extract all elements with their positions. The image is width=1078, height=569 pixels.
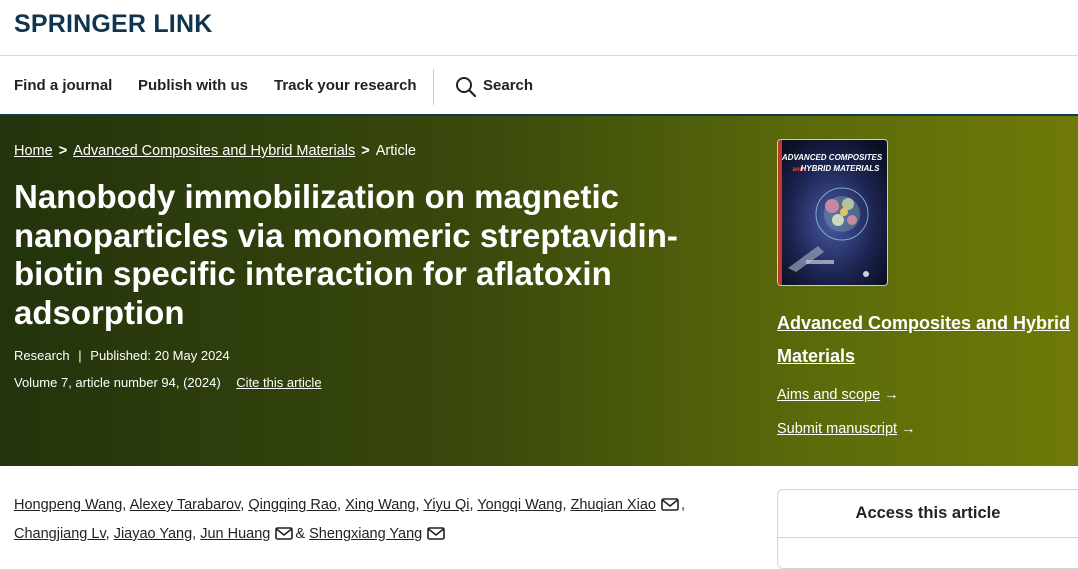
author-link[interactable]: Jun Huang [200,526,270,542]
journal-cover-image[interactable]: ADVANCED COMPOSITES and HYBRID MATERIALS [777,139,888,286]
main-nav: Find a journal Publish with us Track you… [0,57,1078,116]
access-title: Access this article [855,504,1001,522]
author-list: Hongpeng Wang, Alexey Tarabarov, Qingqin… [14,497,685,542]
article-title: Nanobody immobilization on magnetic nano… [14,178,678,331]
journal-title-link[interactable]: Advanced Composites and Hybrid Materials [777,307,1077,373]
author-link[interactable]: Changjiang Lv [14,526,106,542]
breadcrumb-separator: > [361,143,370,159]
article-volume: Volume 7, article number 94, (2024) [14,375,221,390]
cover-title-line2: HYBRID MATERIALS [801,164,881,173]
breadcrumb-current: Article [375,143,416,159]
author-link[interactable]: Xing Wang [345,497,415,513]
mail-icon[interactable] [661,498,679,511]
aims-and-scope-label: Aims and scope [777,387,881,403]
arrow-right-icon: → [884,387,899,403]
search-icon[interactable] [455,76,477,98]
logo-bar: SPRINGER LINK [0,0,1078,56]
nav-find-journal[interactable]: Find a journal [14,77,112,94]
aims-and-scope-link[interactable]: Aims and scope → [777,387,899,403]
author-link[interactable]: Zhuqian Xiao [571,497,656,513]
cover-title-line1: ADVANCED COMPOSITES [781,153,883,162]
author-link[interactable]: Alexey Tarabarov [130,497,241,513]
breadcrumb-home[interactable]: Home [14,143,53,159]
submit-manuscript-label: Submit manuscript [777,421,898,437]
cite-this-article-link[interactable]: Cite this article [236,375,321,390]
article-type: Research [14,348,70,363]
search-button[interactable]: Search [483,77,533,94]
author-link[interactable]: Yiyu Qi [423,497,469,513]
published-date: Published: 20 May 2024 [90,348,230,363]
access-divider [778,537,1078,538]
nav-divider [433,69,434,105]
breadcrumb-journal[interactable]: Advanced Composites and Hybrid Materials [73,143,355,159]
author-link[interactable]: Jiayao Yang [114,526,192,542]
mail-icon[interactable] [427,527,446,540]
meta-separator: | [78,348,82,363]
article-meta: Research | Published: 20 May 2024 [14,348,230,363]
arrow-right-icon: → [901,421,916,437]
nav-track-research[interactable]: Track your research [274,77,417,94]
author-and: & [295,526,306,542]
breadcrumb-separator: > [58,143,68,159]
article-volume-line: Volume 7, article number 94, (2024) Cite… [14,375,322,390]
author-link[interactable]: Yongqi Wang [477,497,562,513]
author-link[interactable]: Qingqing Rao [248,497,337,513]
nav-publish-with-us[interactable]: Publish with us [138,77,248,94]
author-link[interactable]: Shengxiang Yang [309,526,422,542]
springer-link-logo[interactable]: SPRINGER LINK [14,10,212,39]
mail-icon[interactable] [275,527,294,540]
access-article-box: Access this article [777,489,1078,569]
submit-manuscript-link[interactable]: Submit manuscript → [777,421,916,437]
author-link[interactable]: Hongpeng Wang [14,497,122,513]
article-header: Home > Advanced Composites and Hybrid Mate… [0,116,1078,466]
breadcrumb: Home > Advanced Composites and Hybrid Mate… [14,143,416,159]
